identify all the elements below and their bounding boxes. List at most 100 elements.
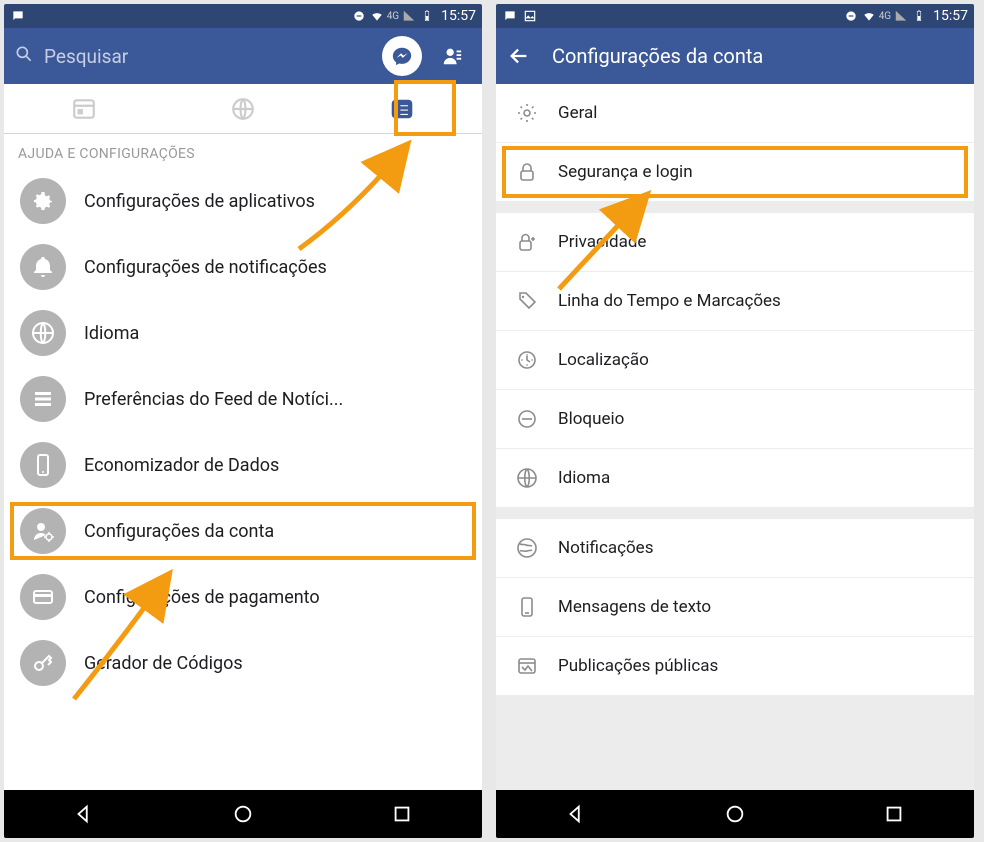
menu-list: Configurações de aplicativos Configuraçõ… bbox=[4, 168, 482, 790]
signal-icon bbox=[401, 8, 417, 24]
search-icon bbox=[14, 44, 34, 69]
message-notif-icon bbox=[10, 8, 26, 24]
facebook-header: Pesquisar bbox=[4, 28, 482, 84]
tag-icon bbox=[514, 288, 540, 314]
globe-icon bbox=[20, 310, 66, 356]
nav-recent-button[interactable] bbox=[372, 796, 432, 832]
nav-recent-button[interactable] bbox=[864, 796, 924, 832]
menu-item-language[interactable]: Idioma bbox=[4, 300, 482, 366]
messenger-button[interactable] bbox=[382, 36, 422, 76]
search-placeholder: Pesquisar bbox=[44, 45, 128, 68]
menu-item-payment[interactable]: Configurações de pagamento bbox=[4, 564, 482, 630]
gear-icon bbox=[514, 100, 540, 126]
wifi-icon bbox=[369, 8, 385, 24]
menu-label: Configurações da conta bbox=[84, 521, 274, 542]
settings-label: Bloqueio bbox=[558, 409, 624, 429]
lock-plus-icon bbox=[514, 229, 540, 255]
phone-icon bbox=[20, 442, 66, 488]
list-icon bbox=[20, 376, 66, 422]
gear-icon bbox=[20, 178, 66, 224]
dnd-icon bbox=[351, 8, 367, 24]
screenshot-notif-icon bbox=[522, 8, 538, 24]
settings-group: Privacidade Linha do Tempo e Marcações L… bbox=[496, 213, 974, 507]
menu-label: Gerador de Códigos bbox=[84, 653, 243, 674]
tab-bar bbox=[4, 84, 482, 134]
location-icon bbox=[514, 347, 540, 373]
card-icon bbox=[20, 574, 66, 620]
message-notif-icon bbox=[502, 8, 518, 24]
menu-label: Idioma bbox=[84, 323, 139, 344]
menu-item-app-settings[interactable]: Configurações de aplicativos bbox=[4, 168, 482, 234]
nav-back-button[interactable] bbox=[54, 796, 114, 832]
search-input[interactable]: Pesquisar bbox=[14, 44, 372, 69]
key-icon bbox=[20, 640, 66, 686]
back-button[interactable] bbox=[508, 45, 530, 67]
menu-item-feed-prefs[interactable]: Preferências do Feed de Notíci... bbox=[4, 366, 482, 432]
signal-icon bbox=[893, 8, 909, 24]
tab-feed[interactable] bbox=[4, 84, 163, 133]
world-icon bbox=[514, 535, 540, 561]
settings-group: Geral Segurança e login bbox=[496, 84, 974, 201]
android-nav-bar bbox=[4, 790, 482, 838]
menu-label: Configurações de pagamento bbox=[84, 587, 320, 608]
menu-item-account-settings[interactable]: Configurações da conta bbox=[4, 498, 482, 564]
menu-label: Configurações de aplicativos bbox=[84, 191, 315, 212]
nav-home-button[interactable] bbox=[705, 796, 765, 832]
menu-item-data-saver[interactable]: Economizador de Dados bbox=[4, 432, 482, 498]
feed-icon bbox=[514, 653, 540, 679]
settings-item-timeline[interactable]: Linha do Tempo e Marcações bbox=[496, 272, 974, 331]
android-status-bar: 4G 15:57 bbox=[496, 4, 974, 28]
page-title: Configurações da conta bbox=[552, 44, 763, 68]
nav-back-button[interactable] bbox=[546, 796, 606, 832]
settings-label: Linha do Tempo e Marcações bbox=[558, 291, 781, 311]
settings-label: Notificações bbox=[558, 538, 653, 558]
user-gear-icon bbox=[20, 508, 66, 554]
clock: 15:57 bbox=[933, 8, 968, 24]
settings-item-notifications[interactable]: Notificações bbox=[496, 519, 974, 578]
settings-item-location[interactable]: Localização bbox=[496, 331, 974, 390]
lock-icon bbox=[514, 159, 540, 185]
screenshot-left: 4G 15:57 Pesquisar bbox=[4, 4, 482, 838]
menu-item-notifications[interactable]: Configurações de notificações bbox=[4, 234, 482, 300]
block-icon bbox=[514, 406, 540, 432]
menu-label: Economizador de Dados bbox=[84, 455, 279, 476]
screenshot-right: 4G 15:57 Configurações da conta Geral bbox=[496, 4, 974, 838]
settings-label: Privacidade bbox=[558, 232, 646, 252]
android-status-bar: 4G 15:57 bbox=[4, 4, 482, 28]
nav-home-button[interactable] bbox=[213, 796, 273, 832]
settings-item-privacy[interactable]: Privacidade bbox=[496, 213, 974, 272]
clock: 15:57 bbox=[441, 8, 476, 24]
settings-label: Geral bbox=[558, 103, 597, 123]
dnd-icon bbox=[843, 8, 859, 24]
settings-label: Idioma bbox=[558, 468, 610, 488]
facebook-header: Configurações da conta bbox=[496, 28, 974, 84]
settings-item-general[interactable]: Geral bbox=[496, 84, 974, 143]
network-label: 4G bbox=[387, 11, 399, 22]
settings-list: Geral Segurança e login Privacidade bbox=[496, 84, 974, 790]
menu-item-code-generator[interactable]: Gerador de Códigos bbox=[4, 630, 482, 696]
globe-icon bbox=[514, 465, 540, 491]
settings-label: Mensagens de texto bbox=[558, 597, 711, 617]
settings-item-security[interactable]: Segurança e login bbox=[496, 143, 974, 201]
settings-item-text-messages[interactable]: Mensagens de texto bbox=[496, 578, 974, 637]
settings-item-public-posts[interactable]: Publicações públicas bbox=[496, 637, 974, 695]
section-title: AJUDA E CONFIGURAÇÕES bbox=[4, 134, 482, 168]
bell-icon bbox=[20, 244, 66, 290]
network-label: 4G bbox=[879, 11, 891, 22]
android-nav-bar bbox=[496, 790, 974, 838]
wifi-icon bbox=[861, 8, 877, 24]
tab-menu[interactable] bbox=[323, 84, 482, 133]
phone-outline-icon bbox=[514, 594, 540, 620]
settings-label: Segurança e login bbox=[558, 162, 693, 182]
settings-label: Localização bbox=[558, 350, 649, 370]
settings-label: Publicações públicas bbox=[558, 656, 718, 676]
battery-icon bbox=[419, 8, 435, 24]
tab-globe[interactable] bbox=[163, 84, 322, 133]
menu-label: Preferências do Feed de Notíci... bbox=[84, 389, 343, 410]
settings-item-blocking[interactable]: Bloqueio bbox=[496, 390, 974, 449]
settings-group: Notificações Mensagens de texto Publicaç… bbox=[496, 519, 974, 695]
menu-label: Configurações de notificações bbox=[84, 257, 327, 278]
battery-icon bbox=[911, 8, 927, 24]
settings-item-language[interactable]: Idioma bbox=[496, 449, 974, 507]
profile-button[interactable] bbox=[432, 36, 472, 76]
